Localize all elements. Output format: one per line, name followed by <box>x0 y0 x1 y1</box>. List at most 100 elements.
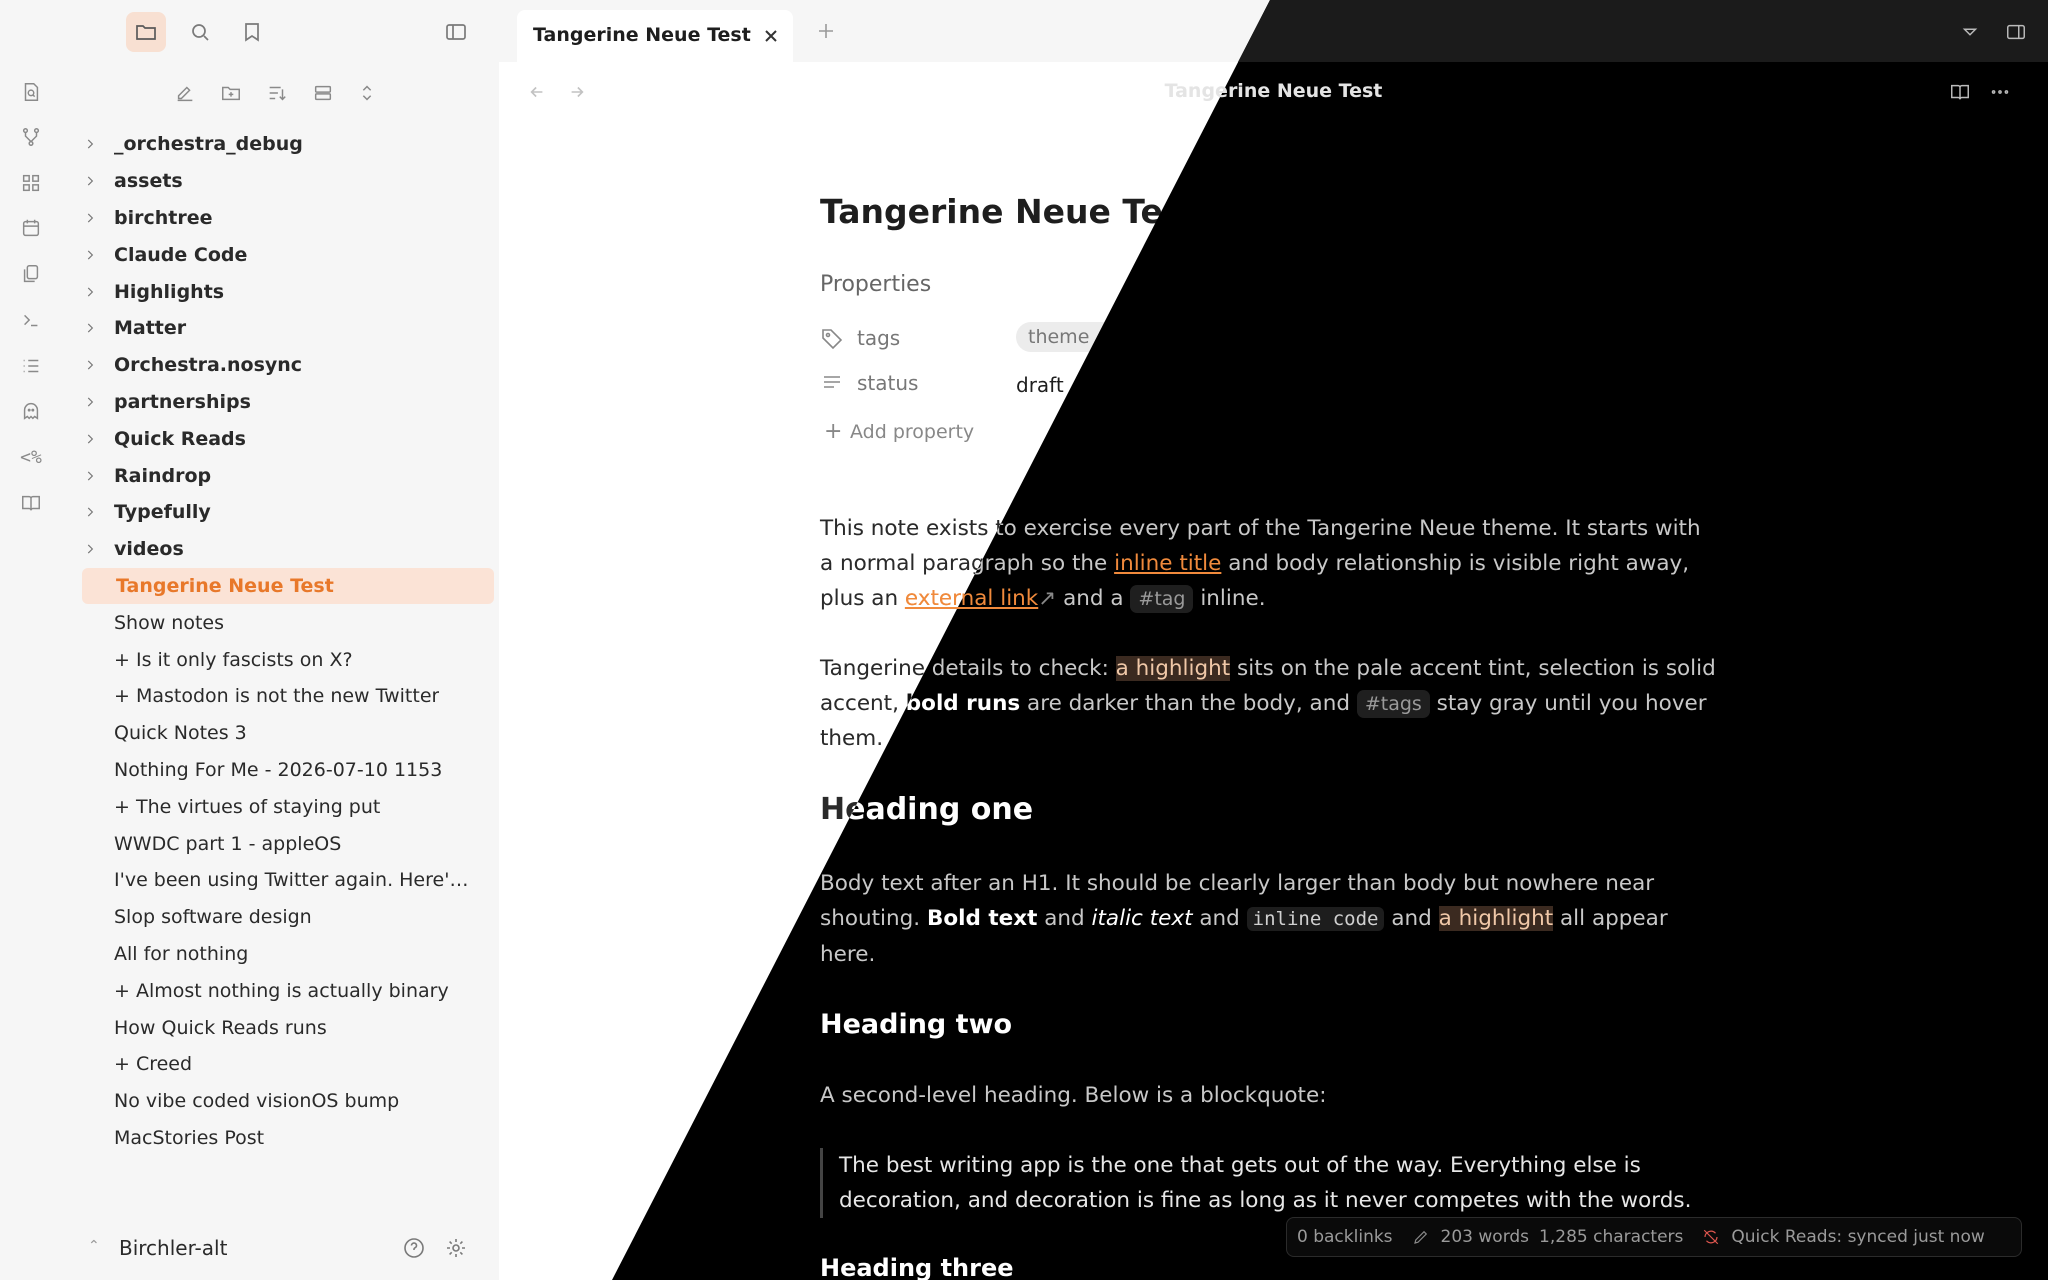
list-icon[interactable] <box>19 354 43 378</box>
file-item[interactable]: I've been using Twitter again. Here's... <box>80 862 480 899</box>
folder-item[interactable]: Orchestra.nosync <box>80 347 480 384</box>
new-note-icon[interactable] <box>170 78 200 108</box>
file-label: WWDC part 1 - appleOS <box>114 832 342 855</box>
sync-error-icon[interactable] <box>1701 1227 1721 1247</box>
file-label: How Quick Reads runs <box>114 1016 327 1039</box>
file-label: Slop software design <box>114 906 312 929</box>
word-count: 203 words <box>1440 1227 1530 1247</box>
file-item[interactable]: + Mastodon is not the new Twitter <box>80 678 480 715</box>
folder-item[interactable]: assets <box>80 163 480 200</box>
external-link-icon: ↗ <box>1038 586 1057 611</box>
chevron-right-icon <box>80 466 100 486</box>
file-item[interactable]: Quick Notes 3 <box>80 715 480 752</box>
folder-icon[interactable] <box>126 12 166 52</box>
blockquote[interactable]: The best writing app is the one that get… <box>820 1148 1720 1218</box>
inline-code: inline code <box>1246 907 1385 931</box>
paragraph-3[interactable]: Body text after an H1. It should be clea… <box>820 866 1720 972</box>
heading-three[interactable]: Heading three <box>820 1254 1014 1280</box>
chevron-right-icon <box>80 502 100 522</box>
file-item[interactable]: No vibe coded visionOS bump <box>80 1083 480 1120</box>
copy-icon[interactable] <box>19 262 43 286</box>
chevron-right-icon <box>80 539 100 559</box>
expand-icon[interactable] <box>352 78 382 108</box>
folder-item[interactable]: Matter <box>80 310 480 347</box>
chevron-right-icon <box>80 318 100 338</box>
sort-icon[interactable] <box>262 78 292 108</box>
gear-icon[interactable] <box>442 1234 470 1262</box>
heading-two[interactable]: Heading two <box>820 1009 1012 1040</box>
sync-status[interactable]: Quick Reads: synced just now <box>1731 1227 1984 1247</box>
file-item[interactable]: + Creed <box>80 1046 480 1083</box>
file-item[interactable]: Show notes <box>80 604 480 641</box>
highlight: a highlight <box>1115 656 1231 681</box>
tab-tangerine-neue-test[interactable]: Tangerine Neue Test <box>517 10 793 62</box>
reading-view-icon[interactable] <box>1946 78 1974 106</box>
folder-label: assets <box>114 170 183 193</box>
internal-link[interactable]: inline title <box>1114 551 1221 576</box>
chevron-right-icon <box>80 208 100 228</box>
file-label: MacStories Post <box>114 1126 265 1149</box>
chevron-right-icon <box>80 392 100 412</box>
code-percent-icon[interactable]: <% <box>19 445 43 469</box>
file-item[interactable]: MacStories Post <box>80 1120 480 1157</box>
vault-switcher[interactable]: ⌃ Birchler-alt <box>62 1218 499 1280</box>
folder-item[interactable]: Typefully <box>80 494 480 531</box>
file-label: All for nothing <box>114 942 249 965</box>
file-item[interactable]: How Quick Reads runs <box>80 1009 480 1046</box>
folder-item[interactable]: videos <box>80 531 480 568</box>
folder-item[interactable]: birchtree <box>80 200 480 237</box>
folder-item[interactable]: partnerships <box>80 384 480 421</box>
heading-one[interactable]: Heading one <box>820 792 1033 827</box>
ribbon: <% <box>0 0 62 1280</box>
tab-list-dropdown-icon[interactable] <box>1956 18 1984 46</box>
bookmark-icon[interactable] <box>232 12 272 52</box>
chevron-updown-icon: ⌃ <box>88 1238 100 1254</box>
paragraph-2[interactable]: Tangerine details to check: a highlight … <box>820 651 1720 756</box>
ghost-icon[interactable] <box>19 399 43 423</box>
paragraph-1[interactable]: This note exists to exercise every part … <box>820 511 1720 616</box>
terminal-icon[interactable] <box>19 308 43 332</box>
help-icon[interactable] <box>400 1234 428 1262</box>
file-item[interactable]: Nothing For Me - 2026-07-10 1153 <box>80 752 480 789</box>
status-bar: 0 backlinks 203 words 1,285 characters Q… <box>1286 1217 2022 1257</box>
paragraph-4[interactable]: A second-level heading. Below is a block… <box>820 1078 1720 1113</box>
file-label: No vibe coded visionOS bump <box>114 1090 400 1113</box>
folder-item[interactable]: Quick Reads <box>80 420 480 457</box>
character-count: 1,285 characters <box>1539 1227 1684 1247</box>
inline-tag[interactable]: #tags <box>1356 690 1430 718</box>
graph-icon[interactable] <box>19 125 43 149</box>
folder-item[interactable]: _orchestra_debug <box>80 126 480 163</box>
pencil-icon[interactable] <box>1411 1227 1431 1247</box>
folder-label: Orchestra.nosync <box>114 354 303 377</box>
backlinks-count[interactable]: 0 backlinks <box>1297 1227 1393 1247</box>
file-item[interactable]: + Almost nothing is actually binary <box>80 972 480 1009</box>
external-link[interactable]: external link <box>905 586 1038 611</box>
close-icon[interactable] <box>759 24 783 48</box>
folder-label: Quick Reads <box>114 427 246 450</box>
file-item[interactable]: WWDC part 1 - appleOS <box>80 825 480 862</box>
book-open-icon[interactable] <box>19 491 43 515</box>
file-item[interactable]: Slop software design <box>80 899 480 936</box>
new-folder-icon[interactable] <box>216 78 246 108</box>
collapse-icon[interactable] <box>308 78 338 108</box>
folder-item[interactable]: Raindrop <box>80 457 480 494</box>
file-item[interactable]: All for nothing <box>80 936 480 973</box>
more-options-icon[interactable] <box>1986 78 2014 106</box>
sidebar-toggle-icon[interactable] <box>436 12 476 52</box>
search-icon[interactable] <box>180 12 220 52</box>
file-search-icon[interactable] <box>19 80 43 104</box>
folder-label: _orchestra_debug <box>114 133 303 156</box>
right-sidebar-toggle-icon[interactable] <box>2002 18 2030 46</box>
file-item[interactable]: + Is it only fascists on X? <box>80 641 480 678</box>
file-label: + Mastodon is not the new Twitter <box>114 685 440 708</box>
file-label: Tangerine Neue Test <box>116 574 334 597</box>
file-item-active[interactable]: Tangerine Neue Test <box>82 567 494 605</box>
inline-tag[interactable]: #tag <box>1130 585 1194 613</box>
folder-item[interactable]: Highlights <box>80 273 480 310</box>
chevron-right-icon <box>80 171 100 191</box>
calendar-icon[interactable] <box>19 216 43 240</box>
file-item[interactable]: + The virtues of staying put <box>80 788 480 825</box>
vault-name: Birchler-alt <box>119 1236 228 1260</box>
grid-icon[interactable] <box>19 171 43 195</box>
folder-item[interactable]: Claude Code <box>80 236 480 273</box>
